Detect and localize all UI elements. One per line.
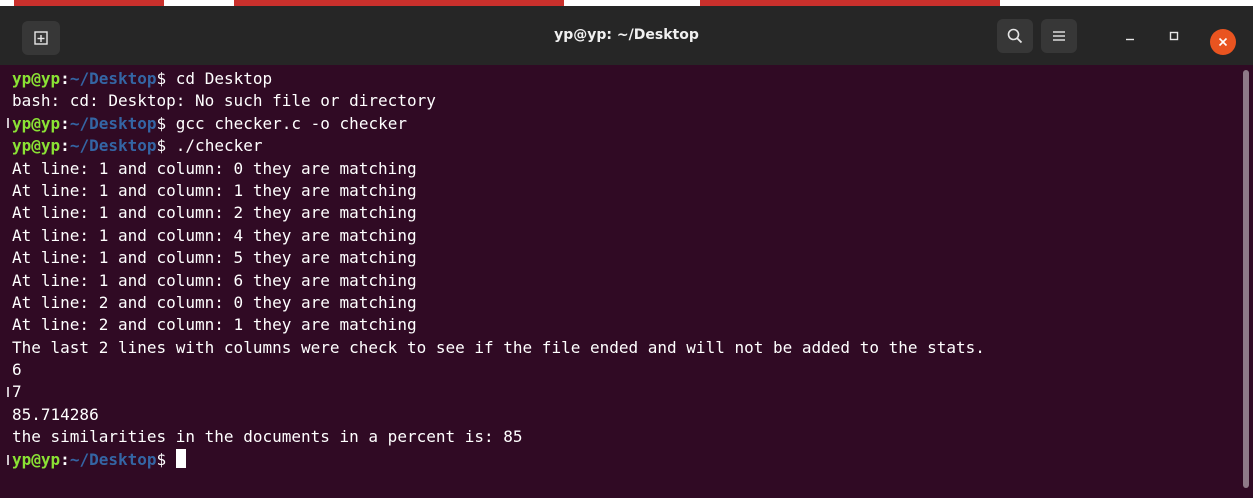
output-line: 6: [12, 360, 22, 380]
menu-button[interactable]: [1041, 19, 1077, 53]
search-button[interactable]: [997, 19, 1033, 53]
output-line: At line: 2 and column: 1 they are matchi…: [12, 315, 417, 335]
output-line: The last 2 lines with columns were check…: [12, 337, 985, 357]
minimize-button[interactable]: [1116, 22, 1144, 50]
prompt-user: yp@yp: [12, 69, 61, 88]
output-line: At line: 1 and column: 4 they are matchi…: [12, 225, 417, 245]
prompt-symbol: $: [156, 136, 167, 156]
output-line: 85.714286: [12, 404, 99, 424]
prompt-symbol: $: [156, 69, 167, 88]
prompt-line: yp@yp:~/Desktop$: [12, 448, 985, 471]
output-line: At line: 1 and column: 1 they are matchi…: [12, 180, 417, 200]
command-text: ./checker: [166, 136, 263, 156]
hamburger-menu-icon: [1053, 31, 1065, 41]
prompt-colon: :: [60, 136, 70, 156]
output-line: At line: 1 and column: 0 they are matchi…: [12, 158, 417, 178]
new-tab-button[interactable]: [22, 21, 60, 55]
prompt-line: yp@yp:~/Desktop$ gcc checker.c -o checke…: [12, 113, 985, 135]
output-line: 7: [12, 382, 22, 402]
prompt-user: yp@yp: [12, 136, 61, 156]
close-button[interactable]: [1210, 29, 1236, 55]
output-line: the similarities in the documents in a p…: [12, 427, 523, 447]
terminal-output: yp@yp:~/Desktop$ cd Desktop bash: cd: Des…: [12, 68, 985, 471]
command-text: [166, 450, 176, 469]
prompt-symbol: $: [156, 113, 167, 133]
window-edge-marker: [7, 118, 9, 128]
text-cursor: [175, 448, 186, 468]
terminal-window: yp@yp: ~/Desktop yp@yp:~/Desktop$ cd Des…: [0, 0, 1253, 498]
prompt-colon: :: [60, 69, 70, 88]
window-edge-marker: [7, 455, 9, 465]
prompt-colon: :: [60, 449, 70, 469]
prompt-line: yp@yp:~/Desktop$ ./checker: [12, 135, 985, 157]
prompt-user: yp@yp: [12, 113, 61, 133]
prompt-user: yp@yp: [12, 449, 61, 469]
command-text: cd Desktop: [166, 69, 273, 88]
search-icon: [1007, 28, 1023, 44]
output-line: At line: 1 and column: 6 they are matchi…: [12, 270, 417, 290]
terminal-scrollbar[interactable]: [1243, 70, 1249, 488]
prompt-symbol: $: [156, 449, 167, 469]
output-line: bash: cd: Desktop: No such file or direc…: [12, 91, 436, 111]
title-bar: yp@yp: ~/Desktop: [0, 6, 1253, 65]
maximize-icon: [1169, 31, 1179, 41]
prompt-path: ~/Desktop: [69, 136, 157, 156]
minimize-icon: [1126, 38, 1134, 41]
prompt-colon: :: [60, 113, 70, 133]
maximize-button[interactable]: [1160, 22, 1188, 50]
prompt-line: yp@yp:~/Desktop$ cd Desktop: [12, 68, 985, 90]
prompt-path: ~/Desktop: [69, 113, 157, 133]
new-tab-icon: [34, 31, 48, 45]
terminal-area[interactable]: yp@yp:~/Desktop$ cd Desktop bash: cd: Des…: [0, 65, 1253, 498]
prompt-path: ~/Desktop: [69, 449, 157, 469]
output-line: At line: 2 and column: 0 they are matchi…: [12, 292, 417, 312]
output-line: At line: 1 and column: 5 they are matchi…: [12, 248, 417, 268]
command-text: gcc checker.c -o checker: [166, 113, 407, 133]
close-icon: [1218, 37, 1228, 47]
window-edge-marker: [7, 387, 9, 397]
prompt-path: ~/Desktop: [69, 69, 157, 88]
output-line: At line: 1 and column: 2 they are matchi…: [12, 203, 417, 223]
